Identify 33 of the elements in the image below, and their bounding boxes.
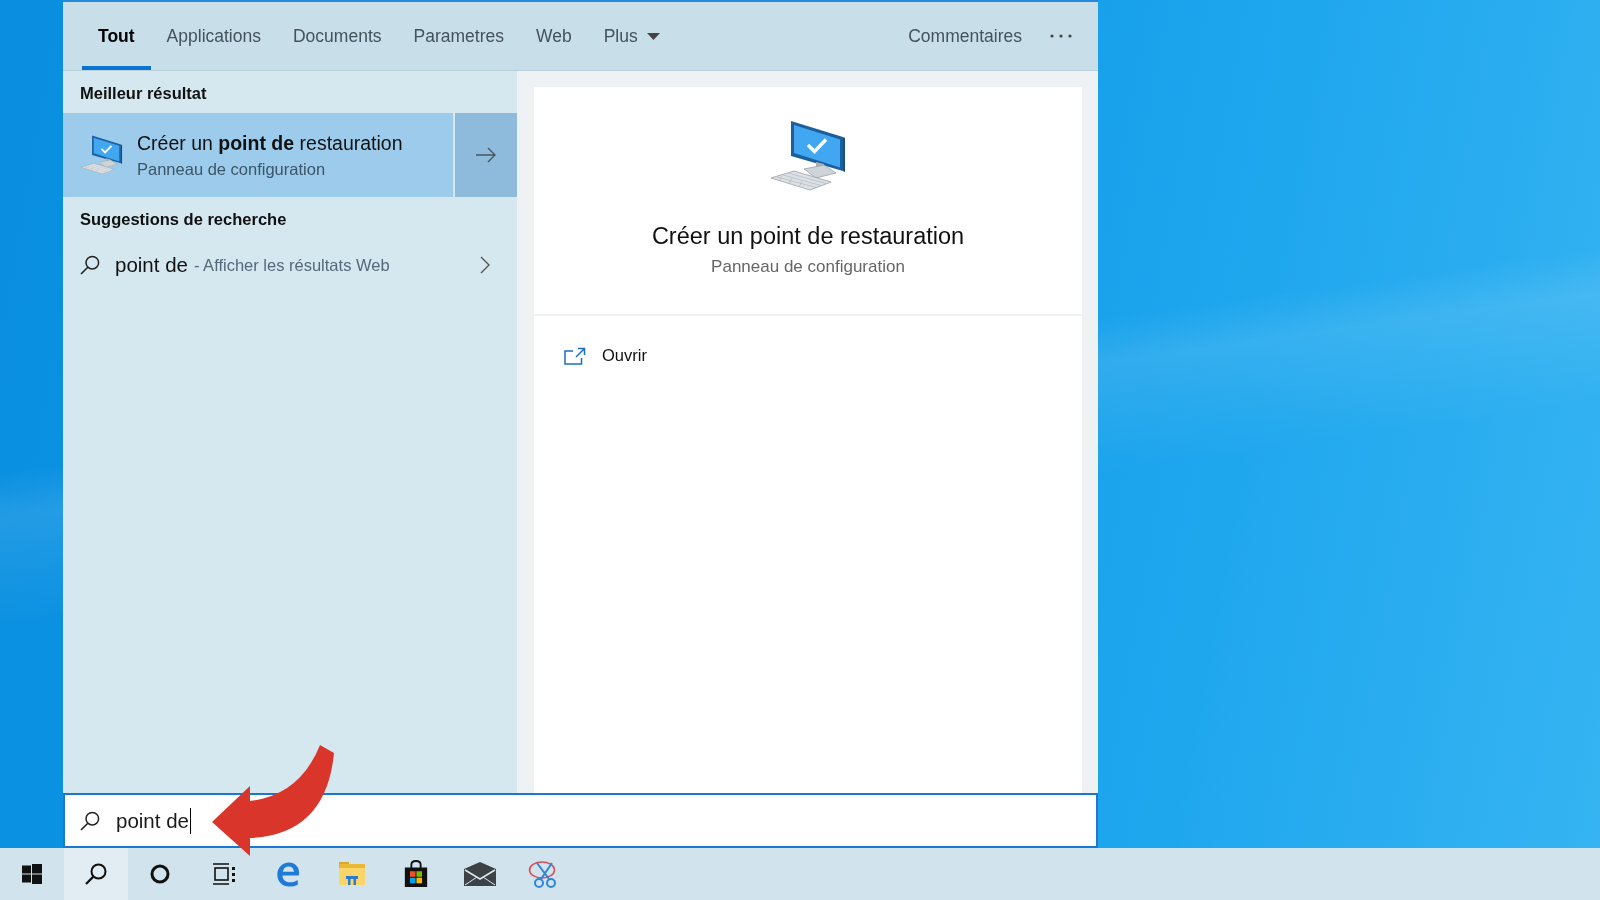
folder-icon[interactable]: [338, 861, 366, 887]
shopping-bag-icon[interactable]: [403, 860, 429, 888]
preview-title: Créer un point de restauration: [651, 222, 965, 251]
tab[interactable]: Plus: [587, 2, 676, 70]
section-heading: Suggestions de recherche: [79, 209, 288, 230]
ring-icon[interactable]: [150, 864, 170, 884]
tab[interactable]: Documents: [277, 2, 398, 70]
feedback-link[interactable]: Commentaires: [892, 2, 1038, 70]
arrow-right-icon: [475, 147, 497, 163]
search-icon: [80, 255, 100, 275]
taskbar-search-button[interactable]: [64, 848, 128, 900]
open-external-icon: [564, 346, 586, 365]
search-suggestion[interactable]: point de - Afficher les résultats Web: [63, 245, 517, 285]
open-action[interactable]: Ouvrir: [554, 342, 657, 369]
task-view-icon[interactable]: [212, 863, 236, 885]
envelope-icon[interactable]: [464, 862, 496, 886]
computer-check-icon: [770, 120, 846, 192]
search-icon: [80, 810, 100, 831]
search-query: point de: [116, 807, 191, 834]
start-icon[interactable]: [22, 864, 42, 884]
more-icon: [1050, 34, 1072, 38]
tab[interactable]: Applications: [150, 2, 277, 70]
tab[interactable]: Web: [519, 2, 588, 70]
best-match-item[interactable]: Créer un point de restauration Panneau de configuration: [63, 113, 453, 197]
search-icon: [85, 863, 107, 885]
caret-icon: [646, 32, 660, 40]
tab[interactable]: Parametres: [397, 2, 520, 70]
chevron-right-icon: [480, 256, 490, 274]
preview-subtitle: Panneau de configuration: [711, 256, 905, 277]
browser-icon[interactable]: [274, 861, 302, 887]
search-field[interactable]: point de: [63, 793, 1098, 848]
computer-check-icon: [80, 135, 123, 175]
section-heading: Meilleur résultat: [79, 83, 208, 104]
